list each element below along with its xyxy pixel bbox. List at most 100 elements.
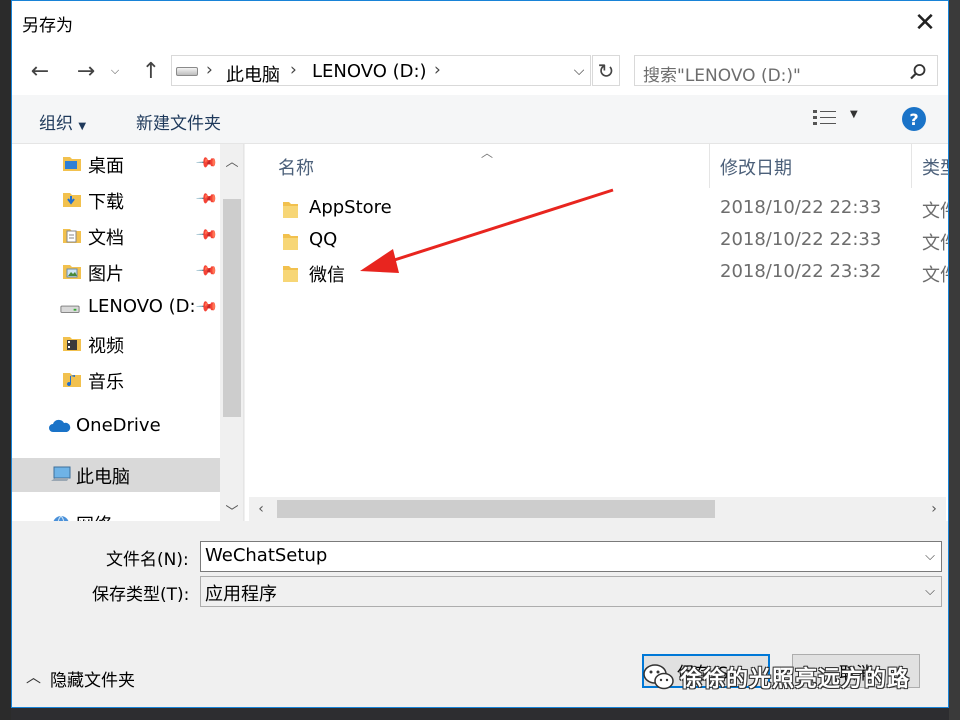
- folder-icon: [283, 266, 298, 282]
- search-placeholder: 搜索"LENOVO (D:)": [643, 66, 801, 86]
- back-arrow-icon: ←: [30, 58, 50, 84]
- pictures-folder-icon: [63, 265, 81, 279]
- nav-item-lenovo-drive[interactable]: LENOVO (D: 📌: [12, 291, 220, 325]
- nav-item-label: OneDrive: [76, 415, 161, 436]
- filetype-label: 保存类型(T):: [92, 585, 190, 605]
- view-options-icon[interactable]: [812, 108, 838, 130]
- column-divider[interactable]: [709, 144, 710, 188]
- nav-item-label: 视频: [88, 336, 124, 357]
- file-name: 微信: [309, 265, 345, 286]
- recent-locations-button[interactable]: ⌵: [106, 57, 124, 85]
- back-button[interactable]: ←: [25, 57, 55, 85]
- up-button[interactable]: ↑: [136, 57, 166, 85]
- scroll-left-arrow-icon[interactable]: ‹: [249, 497, 273, 521]
- title-bar: 另存为 ✕: [12, 1, 948, 45]
- nav-item-label: 文档: [88, 228, 124, 249]
- view-dropdown-icon[interactable]: ▼: [850, 109, 858, 120]
- file-date: 2018/10/22 22:33: [720, 229, 882, 250]
- onedrive-cloud-icon: [49, 419, 71, 432]
- forward-arrow-icon: →: [76, 58, 96, 84]
- filetype-select[interactable]: 应用程序 ⌵: [200, 576, 942, 607]
- nav-item-label: 网络: [76, 511, 112, 521]
- pin-icon[interactable]: 📌: [195, 223, 219, 247]
- downloads-folder-icon: [63, 193, 81, 207]
- search-input[interactable]: 搜索"LENOVO (D:)": [634, 55, 938, 86]
- scrollbar-thumb[interactable]: [223, 199, 241, 417]
- nav-item-label: 桌面: [88, 156, 124, 177]
- search-icon[interactable]: [909, 63, 927, 81]
- documents-folder-icon: [63, 229, 81, 243]
- up-arrow-icon: ↑: [141, 58, 161, 84]
- filename-input[interactable]: WeChatSetup ⌵: [200, 541, 942, 572]
- wechat-logo-icon: [643, 664, 674, 690]
- nav-item-label: LENOVO (D:: [88, 296, 196, 317]
- chevron-down-icon[interactable]: ⌵: [925, 549, 935, 564]
- file-type: 文件: [922, 265, 948, 286]
- refresh-icon: ↻: [597, 58, 615, 83]
- background-left-edge: [0, 0, 11, 720]
- close-button[interactable]: ✕: [902, 1, 948, 45]
- caret-down-icon: ▼: [78, 121, 87, 132]
- annotation-arrow-icon: [360, 188, 614, 273]
- desktop-folder-icon: [63, 157, 81, 171]
- column-header-date[interactable]: 修改日期: [720, 154, 792, 180]
- pin-icon[interactable]: 📌: [195, 151, 219, 175]
- pin-icon[interactable]: 📌: [195, 295, 219, 319]
- watermark-text: 徐徐的光照亮远方的路: [680, 667, 911, 692]
- nav-item-label: 音乐: [88, 372, 124, 393]
- nav-item-label: 下载: [88, 192, 124, 213]
- nav-item-network[interactable]: 网络: [12, 506, 220, 521]
- organize-menu[interactable]: 组织 ▼: [39, 109, 86, 134]
- window-title: 另存为: [22, 16, 73, 36]
- nav-item-pictures[interactable]: 图片 📌: [12, 255, 220, 289]
- nav-item-label: 此电脑: [76, 467, 130, 488]
- breadcrumb-this-pc[interactable]: 此电脑: [226, 61, 280, 87]
- column-divider[interactable]: [911, 144, 912, 188]
- forward-button[interactable]: →: [71, 57, 101, 85]
- drive-icon: [176, 67, 198, 76]
- scroll-right-arrow-icon[interactable]: ›: [922, 497, 946, 521]
- folder-icon: [283, 234, 298, 250]
- nav-item-this-pc[interactable]: 此电脑: [12, 458, 220, 492]
- nav-item-downloads[interactable]: 下载 📌: [12, 183, 220, 217]
- sort-ascending-icon: ︿: [481, 146, 494, 160]
- nav-item-videos[interactable]: 视频: [12, 327, 220, 361]
- nav-item-music[interactable]: 音乐: [12, 363, 220, 397]
- nav-pane-scrollbar[interactable]: ︿ ﹀: [220, 144, 243, 521]
- background-right-edge: [949, 0, 960, 720]
- file-type: 文件: [922, 233, 948, 254]
- column-header-type[interactable]: 类型: [922, 154, 948, 180]
- help-button[interactable]: ?: [902, 107, 926, 131]
- pin-icon[interactable]: 📌: [195, 259, 219, 283]
- address-bar[interactable]: › 此电脑 › LENOVO (D:) ›: [171, 55, 591, 86]
- nav-item-label: 图片: [88, 264, 124, 285]
- network-icon: [53, 515, 69, 521]
- chevron-right-icon[interactable]: ›: [434, 60, 441, 80]
- chevron-down-icon[interactable]: ⌵: [925, 584, 935, 599]
- filename-label: 文件名(N):: [106, 550, 189, 570]
- videos-folder-icon: [63, 337, 81, 351]
- refresh-button[interactable]: ↻: [592, 55, 620, 86]
- scroll-down-arrow-icon[interactable]: ﹀: [220, 499, 243, 521]
- file-list-horizontal-scrollbar[interactable]: ‹ ›: [249, 497, 946, 521]
- nav-item-documents[interactable]: 文档 📌: [12, 219, 220, 253]
- address-dropdown-button[interactable]: ⌵: [567, 55, 591, 86]
- scroll-up-arrow-icon[interactable]: ︿: [220, 149, 243, 171]
- breadcrumb-drive[interactable]: LENOVO (D:): [312, 61, 427, 82]
- chevron-right-icon[interactable]: ›: [206, 60, 213, 80]
- scrollbar-thumb[interactable]: [277, 500, 715, 518]
- music-folder-icon: [63, 373, 81, 387]
- new-folder-button[interactable]: 新建文件夹: [136, 109, 221, 134]
- help-icon: ?: [909, 109, 919, 129]
- chevron-right-icon[interactable]: ›: [290, 60, 297, 80]
- chevron-down-icon: ⌵: [573, 62, 585, 79]
- hide-folders-label: 隐藏文件夹: [50, 671, 135, 691]
- filetype-row: 保存类型(T): 应用程序 ⌵: [12, 576, 948, 608]
- pin-icon[interactable]: 📌: [195, 187, 219, 211]
- nav-item-onedrive[interactable]: OneDrive: [12, 410, 220, 444]
- filename-value: WeChatSetup: [205, 545, 328, 566]
- file-name: QQ: [309, 229, 338, 250]
- column-header-name[interactable]: 名称: [278, 154, 314, 180]
- drive-icon: [60, 305, 80, 313]
- nav-item-desktop[interactable]: 桌面 📌: [12, 147, 220, 181]
